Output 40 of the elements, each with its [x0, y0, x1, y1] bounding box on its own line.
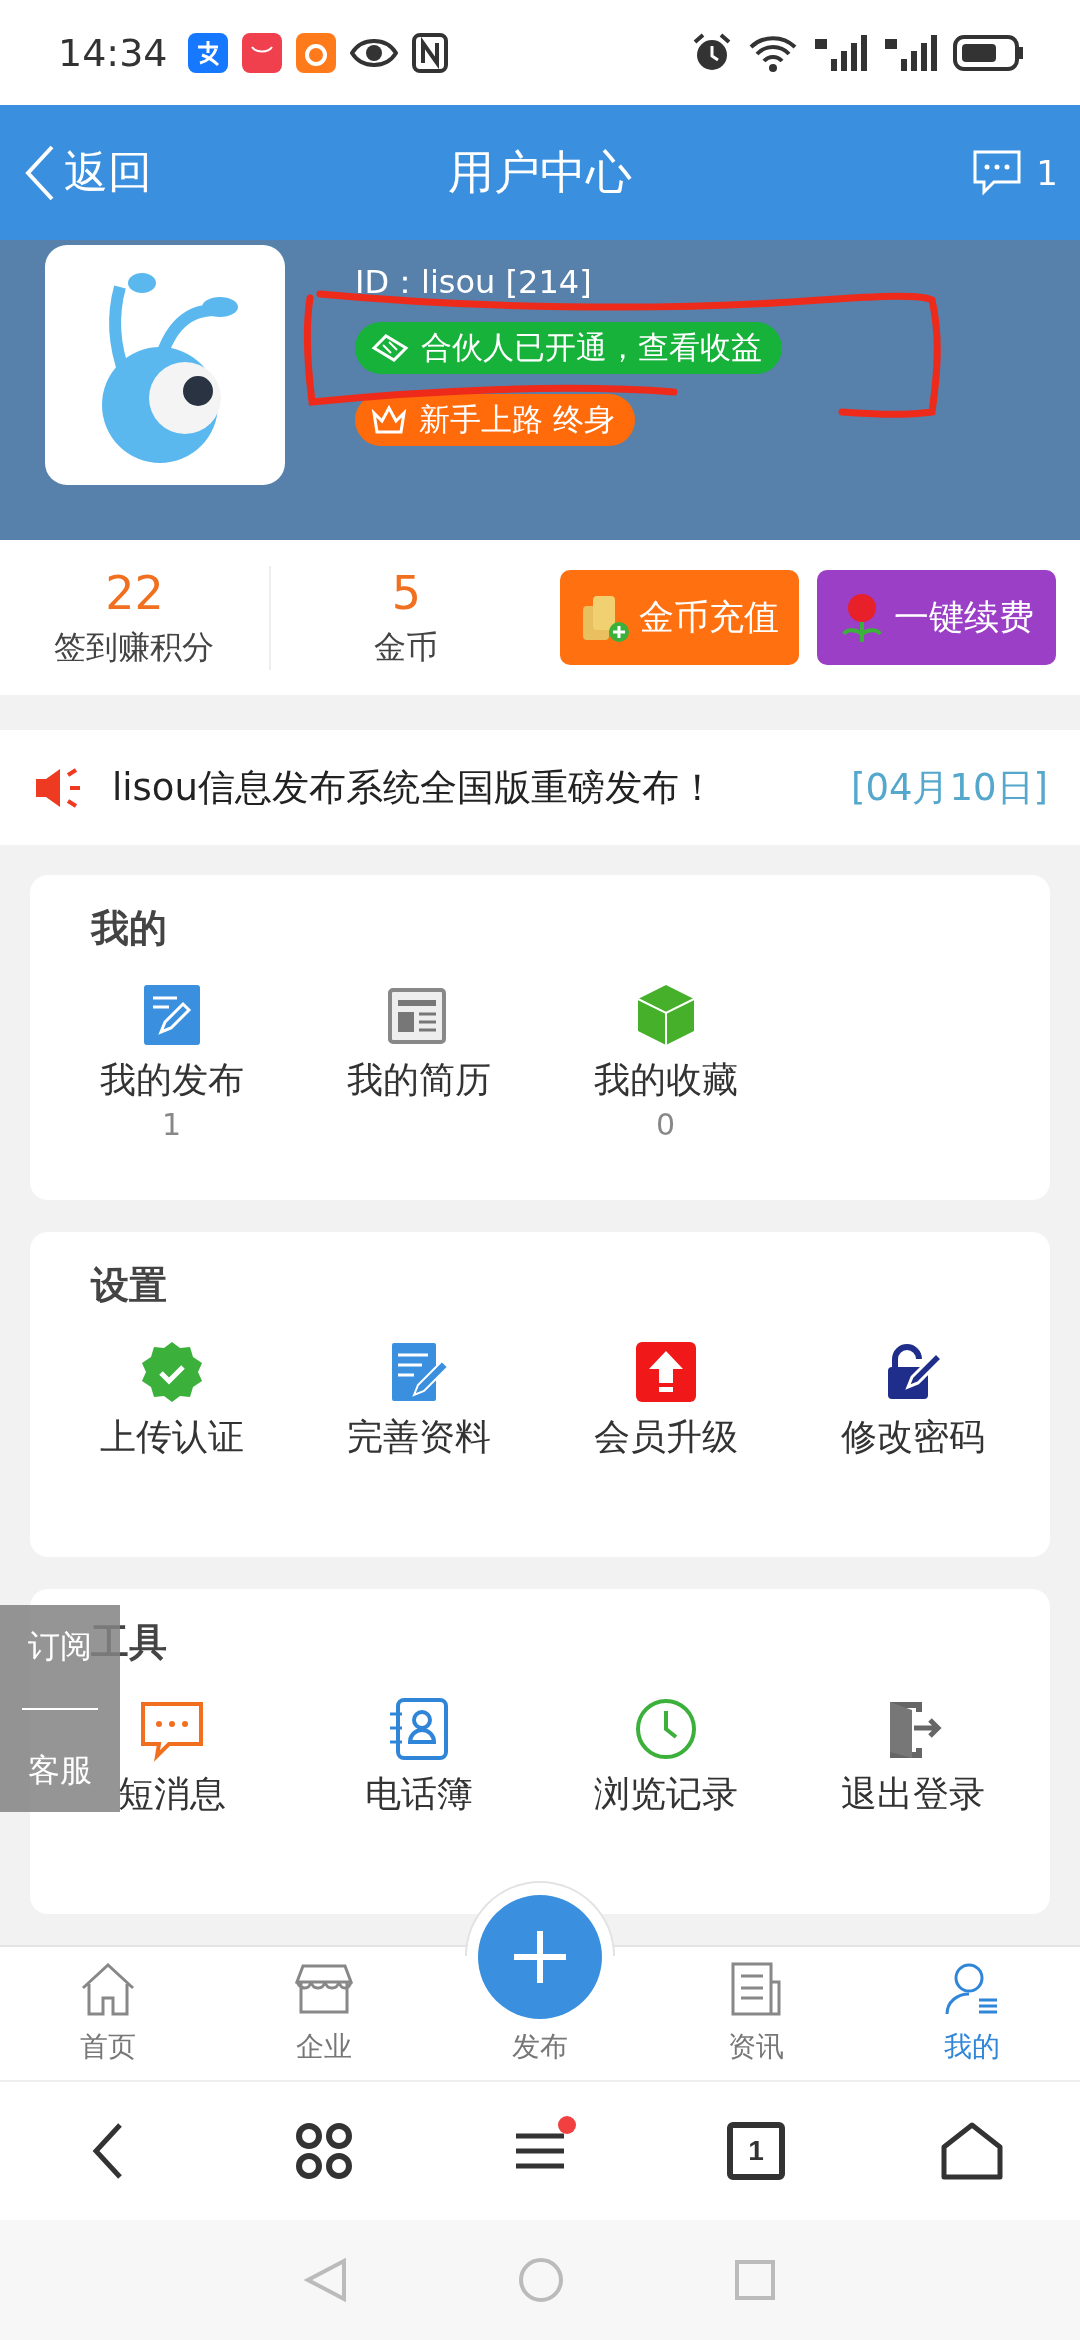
- page-title: 用户中心: [448, 143, 632, 201]
- battery-icon: [953, 32, 1025, 73]
- menu-item[interactable]: 短消息: [117, 1696, 226, 1819]
- renew-button[interactable]: 一键续费: [816, 570, 1056, 665]
- home-app-icon: [295, 32, 336, 73]
- handshake-icon: [371, 333, 409, 363]
- menu-item[interactable]: 电话簿: [364, 1696, 473, 1819]
- home-icon: [940, 2121, 1004, 2181]
- signal-icon: [813, 32, 869, 73]
- shop-app-icon: [241, 32, 282, 73]
- user-id: ID：lisou [214]: [355, 262, 592, 302]
- crown-icon: [371, 405, 407, 435]
- menu-item[interactable]: 完善资料: [346, 1339, 491, 1462]
- stat-value: 5: [391, 565, 421, 620]
- stat-label: 签到赚积分: [54, 626, 215, 668]
- menu-item[interactable]: 我的发布 1: [99, 982, 244, 1142]
- nav-tab[interactable]: 首页: [0, 1947, 216, 2080]
- status-time: 14:34: [58, 30, 168, 75]
- section-title: 我的: [91, 905, 168, 952]
- nfc-icon: [411, 32, 448, 73]
- stat-value: 22: [105, 565, 164, 620]
- menu-item[interactable]: 浏览记录: [593, 1696, 738, 1819]
- pay-app-icon: [187, 32, 228, 73]
- menu-item[interactable]: 我的收藏 0: [593, 982, 738, 1142]
- stat-label: 金币: [374, 626, 439, 668]
- notice-date: [04月10日]: [850, 764, 1048, 811]
- nav-tab[interactable]: 我的: [864, 1947, 1080, 2080]
- section-title: 设置: [91, 1262, 168, 1309]
- signal-icon: [883, 32, 939, 73]
- chat-icon: [972, 148, 1023, 197]
- menu-item[interactable]: 退出登录: [840, 1696, 985, 1819]
- menu-item[interactable]: 修改密码: [840, 1339, 985, 1462]
- nav-tab[interactable]: 企业: [216, 1947, 432, 2080]
- menu-item[interactable]: 上传认证: [99, 1339, 244, 1462]
- menu-item[interactable]: 我的简历: [346, 982, 491, 1142]
- home-icon: [79, 1960, 137, 2018]
- command-icon: [294, 2121, 354, 2181]
- notice-text[interactable]: lisou信息发布系统全国版重磅发布！: [112, 762, 716, 813]
- nav-tab[interactable]: 资讯: [648, 1947, 864, 2080]
- menu-item[interactable]: 会员升级: [593, 1339, 738, 1462]
